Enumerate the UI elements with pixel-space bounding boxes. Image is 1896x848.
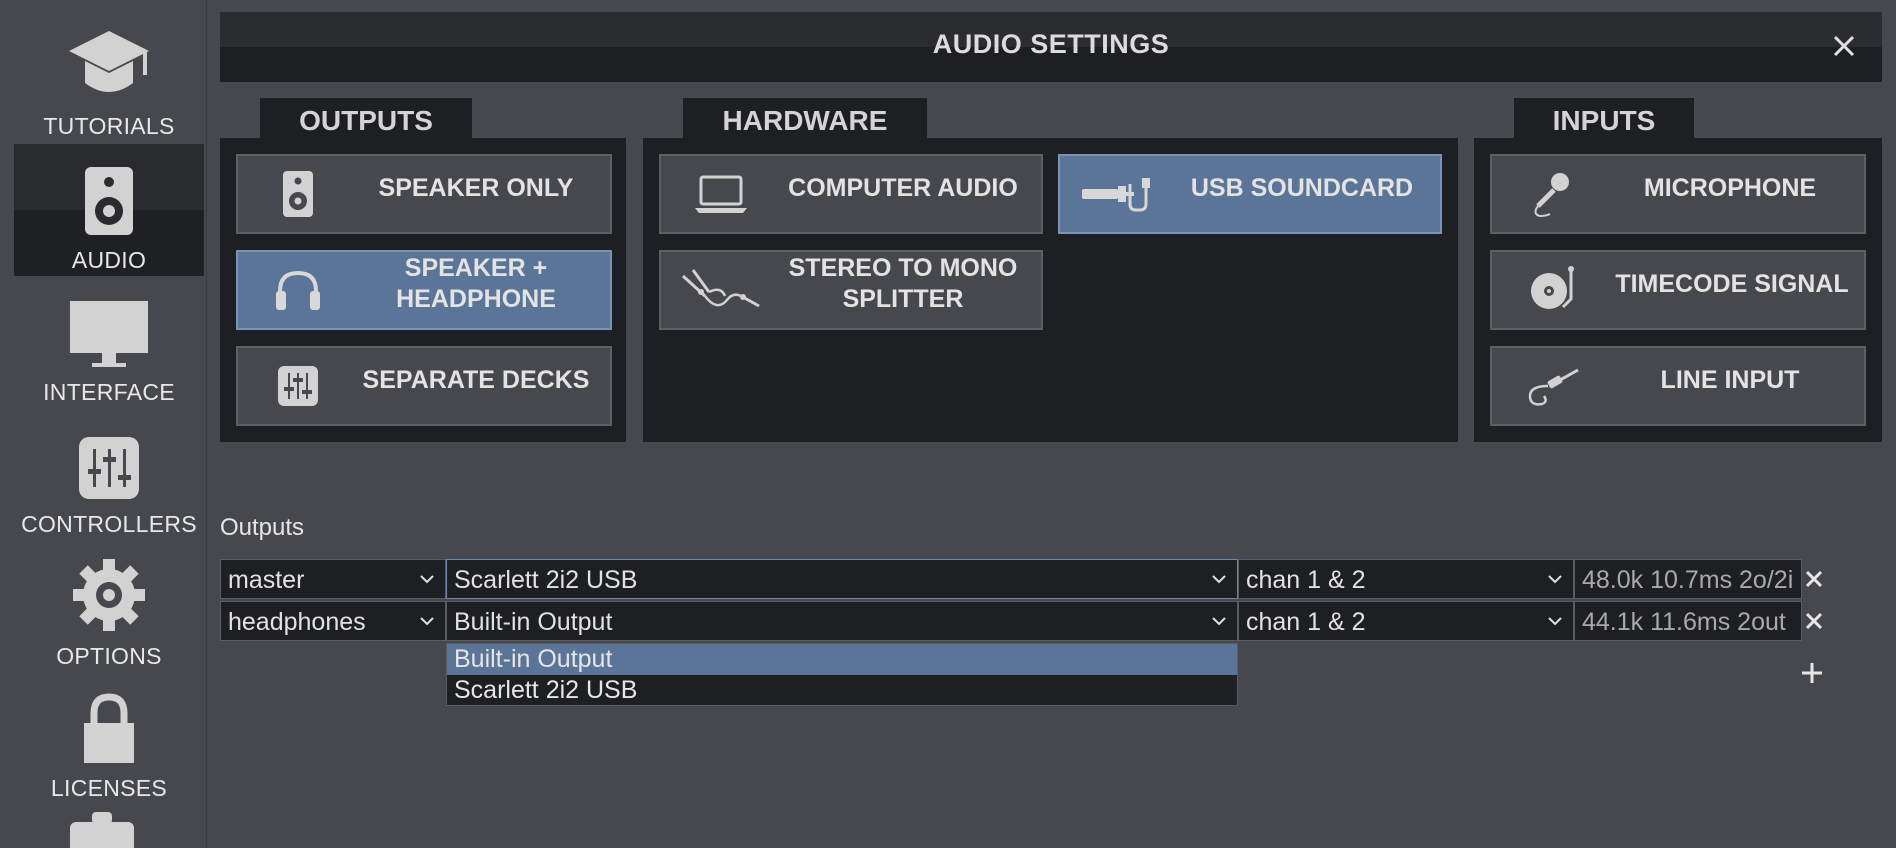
- select-value: master: [228, 566, 305, 594]
- speaker-icon: [85, 167, 133, 235]
- chevron-down-icon: [1212, 575, 1226, 584]
- sidebar-item-label: AUDIO: [71, 247, 147, 273]
- sidebar-item-audio[interactable]: AUDIO: [14, 144, 204, 276]
- speaker-icon: [283, 171, 313, 217]
- output-channels-select[interactable]: chan 1 & 2: [1238, 559, 1574, 599]
- close-icon: [1833, 35, 1855, 57]
- usb-soundcard-button[interactable]: USB SOUNDCARD: [1058, 154, 1442, 234]
- output-name-select[interactable]: headphones: [220, 601, 446, 641]
- title-bar: AUDIO SETTINGS: [220, 12, 1882, 82]
- sidebar-item-tutorials[interactable]: TUTORIALS: [14, 10, 204, 142]
- sliders-icon: [79, 437, 139, 499]
- line-input-button[interactable]: LINE INPUT: [1490, 346, 1866, 426]
- sidebar-item-more[interactable]: [70, 812, 134, 848]
- tab-outputs: OUTPUTS: [260, 98, 472, 140]
- stereo-mono-splitter-button[interactable]: STEREO TO MONO SPLITTER: [659, 250, 1043, 330]
- dropdown-option-built-in-output[interactable]: Built-in Output: [447, 644, 1237, 675]
- output-info: 44.1k 11.6ms 2out: [1574, 601, 1802, 641]
- close-button[interactable]: [1828, 30, 1860, 62]
- sidebar-item-options[interactable]: OPTIONS: [14, 540, 204, 672]
- usb-cable-icon: [1082, 178, 1150, 212]
- splitter-cable-icon: [681, 269, 760, 308]
- output-device-select[interactable]: Built-in Output: [446, 601, 1238, 641]
- inputs-panel: MICROPHONE TIMECODE SIGNAL LINE INPUT: [1474, 138, 1882, 442]
- output-name-select[interactable]: master: [220, 559, 446, 599]
- chevron-down-icon: [420, 617, 434, 626]
- gear-icon: [73, 559, 145, 631]
- sidebar-item-controllers[interactable]: CONTROLLERS: [14, 408, 204, 540]
- computer-audio-button[interactable]: COMPUTER AUDIO: [659, 154, 1043, 234]
- dropdown-option-scarlett-2i2-usb[interactable]: Scarlett 2i2 USB: [447, 675, 1237, 706]
- chevron-down-icon: [1548, 617, 1562, 626]
- select-value: chan 1 & 2: [1246, 566, 1366, 594]
- option-label: USB SOUNDCARD: [1190, 173, 1414, 202]
- hardware-panel: COMPUTER AUDIO USB SOUNDCARD STEREO TO M…: [643, 138, 1458, 442]
- briefcase-icon: [70, 812, 134, 848]
- output-device-select[interactable]: Scarlett 2i2 USB: [446, 559, 1238, 599]
- chevron-down-icon: [1212, 617, 1226, 626]
- separate-decks-button[interactable]: SEPARATE DECKS: [236, 346, 612, 426]
- monitor-icon: [70, 301, 148, 367]
- sidebar-item-licenses[interactable]: LICENSES: [14, 672, 204, 804]
- select-value: headphones: [228, 608, 366, 636]
- outputs-section-label: Outputs: [220, 514, 305, 541]
- tab-inputs: INPUTS: [1514, 98, 1694, 140]
- option-label: SPEAKER ONLY: [378, 173, 574, 202]
- window-title: AUDIO SETTINGS: [932, 29, 1170, 59]
- jack-cable-icon: [1528, 368, 1579, 406]
- device-dropdown-list: Built-in Output Scarlett 2i2 USB: [446, 643, 1238, 706]
- plus-icon: [1802, 663, 1822, 683]
- option-label: MICROPHONE: [1643, 173, 1817, 202]
- sidebar-item-label: LICENSES: [50, 775, 168, 801]
- output-channels-select[interactable]: chan 1 & 2: [1238, 601, 1574, 641]
- turntable-icon: [1531, 266, 1574, 309]
- option-label: SEPARATE DECKS: [362, 365, 590, 394]
- headphones-icon: [276, 270, 320, 310]
- option-label: STEREO TO MONO SPLITTER: [788, 254, 1018, 313]
- graduation-cap-icon: [69, 31, 149, 92]
- remove-output-button[interactable]: [1802, 611, 1826, 635]
- microphone-button[interactable]: MICROPHONE: [1490, 154, 1866, 234]
- sidebar-item-label: OPTIONS: [56, 643, 162, 669]
- select-value: chan 1 & 2: [1246, 608, 1366, 636]
- laptop-icon: [695, 175, 747, 213]
- chevron-down-icon: [420, 575, 434, 584]
- output-info: 48.0k 10.7ms 2o/2i: [1574, 559, 1802, 599]
- close-icon: [1805, 570, 1823, 588]
- chevron-down-icon: [1548, 575, 1562, 584]
- close-icon: [1805, 612, 1823, 630]
- tab-hardware: HARDWARE: [683, 98, 927, 140]
- option-label: TIMECODE SIGNAL: [1615, 269, 1849, 298]
- option-label: LINE INPUT: [1660, 365, 1800, 394]
- option-label: COMPUTER AUDIO: [788, 173, 1018, 202]
- microphone-icon: [1534, 173, 1569, 218]
- lock-icon: [84, 693, 134, 763]
- select-value: Built-in Output: [454, 608, 613, 636]
- sidebar-item-label: INTERFACE: [43, 379, 175, 405]
- select-value: Scarlett 2i2 USB: [454, 566, 638, 594]
- speaker-only-button[interactable]: SPEAKER ONLY: [236, 154, 612, 234]
- remove-output-button[interactable]: [1802, 569, 1826, 593]
- add-output-button[interactable]: [1799, 660, 1825, 686]
- option-label: SPEAKER + HEADPHONE: [396, 254, 556, 313]
- outputs-panel: SPEAKER ONLY SPEAKER + HEADPHONE SEPARAT…: [220, 138, 626, 442]
- speaker-headphone-button[interactable]: SPEAKER + HEADPHONE: [236, 250, 612, 330]
- sidebar-item-interface[interactable]: INTERFACE: [14, 276, 204, 408]
- sidebar-item-label: CONTROLLERS: [21, 511, 197, 537]
- sidebar-item-label: TUTORIALS: [43, 113, 175, 139]
- sidebar: TUTORIALS AUDIO INTERFACE CONTROLLERS OP…: [0, 0, 207, 848]
- timecode-signal-button[interactable]: TIMECODE SIGNAL: [1490, 250, 1866, 330]
- mixer-icon: [278, 366, 318, 406]
